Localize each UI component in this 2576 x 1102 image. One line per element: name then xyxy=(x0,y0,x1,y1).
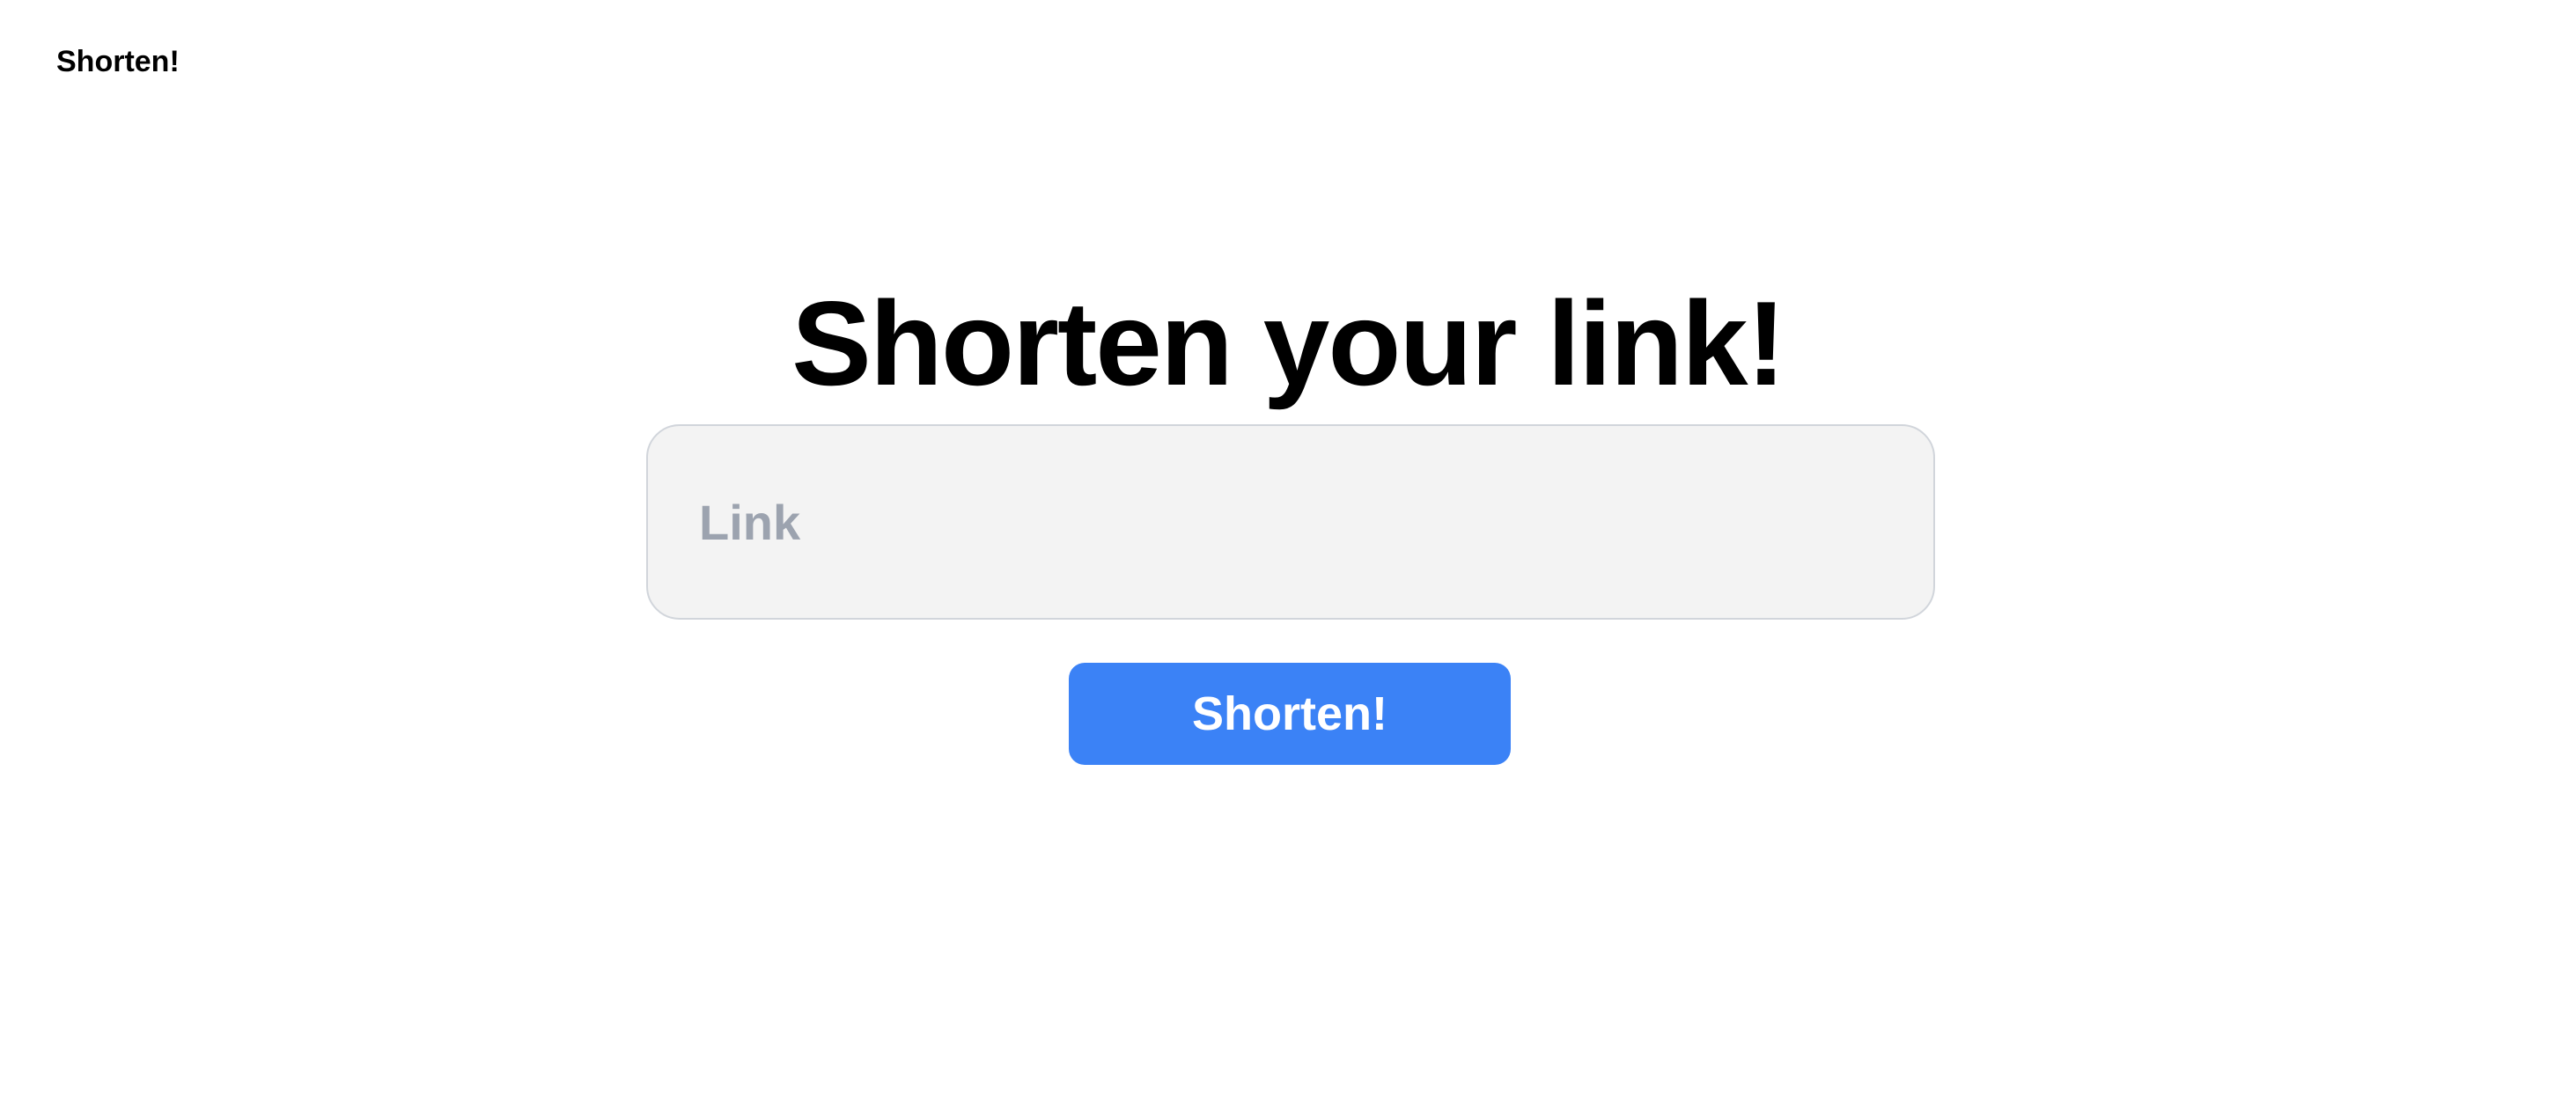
page: Shorten! Shorten your link! Shorten! xyxy=(0,0,2576,1102)
page-title: Shorten your link! xyxy=(791,276,1786,410)
brand-link[interactable]: Shorten! xyxy=(56,44,180,79)
link-input[interactable] xyxy=(646,424,1935,620)
shorten-button[interactable]: Shorten! xyxy=(1069,663,1511,765)
